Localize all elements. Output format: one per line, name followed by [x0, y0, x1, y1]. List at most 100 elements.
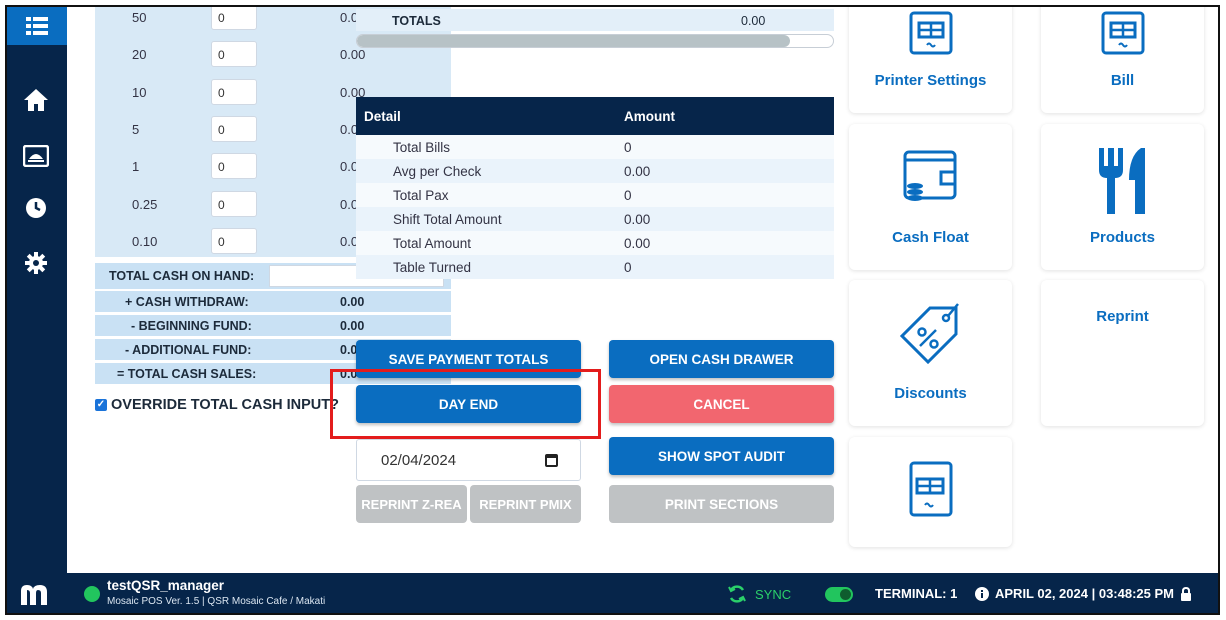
tile-label: Cash Float [892, 229, 969, 246]
denomination-label: 10 [132, 85, 147, 100]
online-status-dot [84, 586, 100, 602]
list-icon [26, 17, 48, 35]
total-cash-on-hand-label: TOTAL CASH ON HAND: [109, 269, 255, 283]
column-header-detail: Detail [364, 109, 401, 124]
progress-fill [357, 35, 791, 47]
highlight-box [330, 369, 601, 439]
denomination-count-input[interactable]: 0 [211, 116, 257, 142]
denomination-count-input[interactable]: 0 [211, 191, 257, 217]
fork-knife-icon [1041, 146, 1204, 216]
discount-tag-icon [849, 302, 1012, 364]
denomination-count-input[interactable]: 0 [211, 41, 257, 67]
info-icon [975, 586, 989, 601]
tile-products[interactable]: Products [1041, 124, 1204, 270]
summary-row: + CASH WITHDRAW: 0.00 [95, 291, 451, 312]
denomination-count-input[interactable]: 0 [211, 228, 257, 254]
summary-label: - BEGINNING FUND: [131, 319, 252, 333]
gear-icon[interactable] [21, 248, 51, 278]
totals-value: 0.00 [741, 14, 766, 28]
override-total-cash-checkbox[interactable]: ✓ OVERRIDE TOTAL CASH INPUT? [95, 397, 339, 413]
table-row: Avg per Check 0.00 [356, 159, 834, 183]
summary-label: - ADDITIONAL FUND: [125, 343, 252, 357]
menu-button[interactable] [7, 7, 67, 45]
wallet-icon [849, 146, 1012, 206]
reprint-pmix-button[interactable]: REPRINT PMIX [470, 485, 581, 523]
denomination-label: 1 [132, 159, 140, 174]
denomination-count-input[interactable]: 0 [211, 79, 257, 105]
summary-label: + CASH WITHDRAW: [125, 295, 249, 309]
sync-icon [728, 585, 746, 603]
amount-cell: 0 [624, 260, 632, 275]
status-bar: testQSR_manager Mosaic POS Ver. 1.5 | QS… [7, 573, 1218, 613]
detail-cell: Total Bills [393, 140, 451, 155]
detail-table: Detail Amount Total Bills 0 Avg per Check… [356, 97, 834, 279]
totals-row: TOTALS 0.00 [356, 9, 834, 31]
lock-icon[interactable] [1180, 586, 1192, 601]
summary-row: - BEGINNING FUND: 0.00 [95, 315, 451, 336]
table-row: Total Bills 0 [356, 135, 834, 159]
sync-button[interactable]: SYNC [727, 584, 791, 604]
datetime-display: APRIL 02, 2024 | 03:48:25 PM [975, 586, 1192, 601]
calendar-icon[interactable] [545, 454, 558, 467]
date-input[interactable]: 02/04/2024 [356, 439, 581, 481]
mosaic-logo-icon [21, 585, 47, 605]
tile-label: Discounts [894, 385, 967, 402]
username: testQSR_manager [107, 578, 225, 593]
denomination-label: 0.10 [132, 234, 158, 249]
denomination-label: 20 [132, 47, 147, 62]
show-spot-audit-button[interactable]: SHOW SPOT AUDIT [609, 437, 834, 475]
checkbox-checked-icon: ✓ [95, 399, 107, 411]
detail-cell: Table Turned [393, 260, 472, 275]
amount-cell: 0 [624, 140, 632, 155]
main-content: 50 0 0.00 20 0 0.00 10 0 0.00 5 0 0.00 1 [67, 7, 1218, 573]
detail-cell: Avg per Check [393, 164, 482, 179]
denomination-count-input[interactable]: 0 [211, 7, 257, 30]
cash-register-icon[interactable] [21, 141, 51, 171]
denomination-value: 0.00 [340, 47, 366, 62]
totals-progress-bar [356, 34, 834, 48]
receipt-icon [849, 459, 1012, 519]
clock-icon[interactable] [21, 193, 51, 223]
sidebar [7, 7, 67, 573]
detail-cell: Total Amount [393, 236, 472, 251]
detail-cell: Shift Total Amount [393, 212, 502, 227]
reprint-zread-button[interactable]: REPRINT Z-REA [356, 485, 467, 523]
date-value: 02/04/2024 [381, 452, 457, 469]
datetime-text: APRIL 02, 2024 | 03:48:25 PM [995, 586, 1174, 601]
denomination-label: 50 [132, 10, 147, 25]
detail-cell: Total Pax [393, 188, 449, 203]
denomination-label: 0.25 [132, 197, 158, 212]
tile-report[interactable] [849, 437, 1012, 547]
cancel-button[interactable]: CANCEL [609, 385, 834, 423]
home-icon[interactable] [21, 85, 51, 115]
print-sections-button[interactable]: PRINT SECTIONS [609, 485, 834, 523]
tile-discounts[interactable]: Discounts [849, 280, 1012, 426]
denomination-count-input[interactable]: 0 [211, 153, 257, 179]
amount-cell: 0.00 [624, 164, 651, 179]
override-label: OVERRIDE TOTAL CASH INPUT? [111, 397, 339, 413]
tile-cash-float[interactable]: Cash Float [849, 124, 1012, 270]
app-window: 50 0 0.00 20 0 0.00 10 0 0.00 5 0 0.00 1 [5, 5, 1220, 615]
amount-cell: 0.00 [624, 212, 651, 227]
table-row: Total Amount 0.00 [356, 231, 834, 255]
amount-cell: 0.00 [624, 236, 651, 251]
column-header-amount: Amount [624, 109, 675, 124]
amount-cell: 0 [624, 188, 632, 203]
summary-value: 0.00 [340, 319, 365, 333]
receipt-icon [1041, 9, 1204, 57]
sync-label: SYNC [755, 586, 792, 602]
tile-label: Products [1089, 229, 1155, 246]
tile-label: Reprint [1096, 308, 1149, 325]
connection-toggle[interactable] [825, 587, 853, 602]
open-cash-drawer-button[interactable]: OPEN CASH DRAWER [609, 340, 834, 378]
tile-printer-settings[interactable]: Printer Settings [849, 7, 1012, 113]
terminal-label: TERMINAL: 1 [875, 586, 958, 601]
table-header: Detail Amount [356, 97, 834, 135]
tile-reprint[interactable]: Reprint [1041, 280, 1204, 426]
tile-bill[interactable]: Bill [1041, 7, 1204, 113]
table-row: Shift Total Amount 0.00 [356, 207, 834, 231]
summary-label: = TOTAL CASH SALES: [117, 367, 257, 381]
receipt-icon [849, 9, 1012, 57]
tile-label: Printer Settings [874, 72, 987, 89]
denomination-label: 5 [132, 122, 140, 137]
